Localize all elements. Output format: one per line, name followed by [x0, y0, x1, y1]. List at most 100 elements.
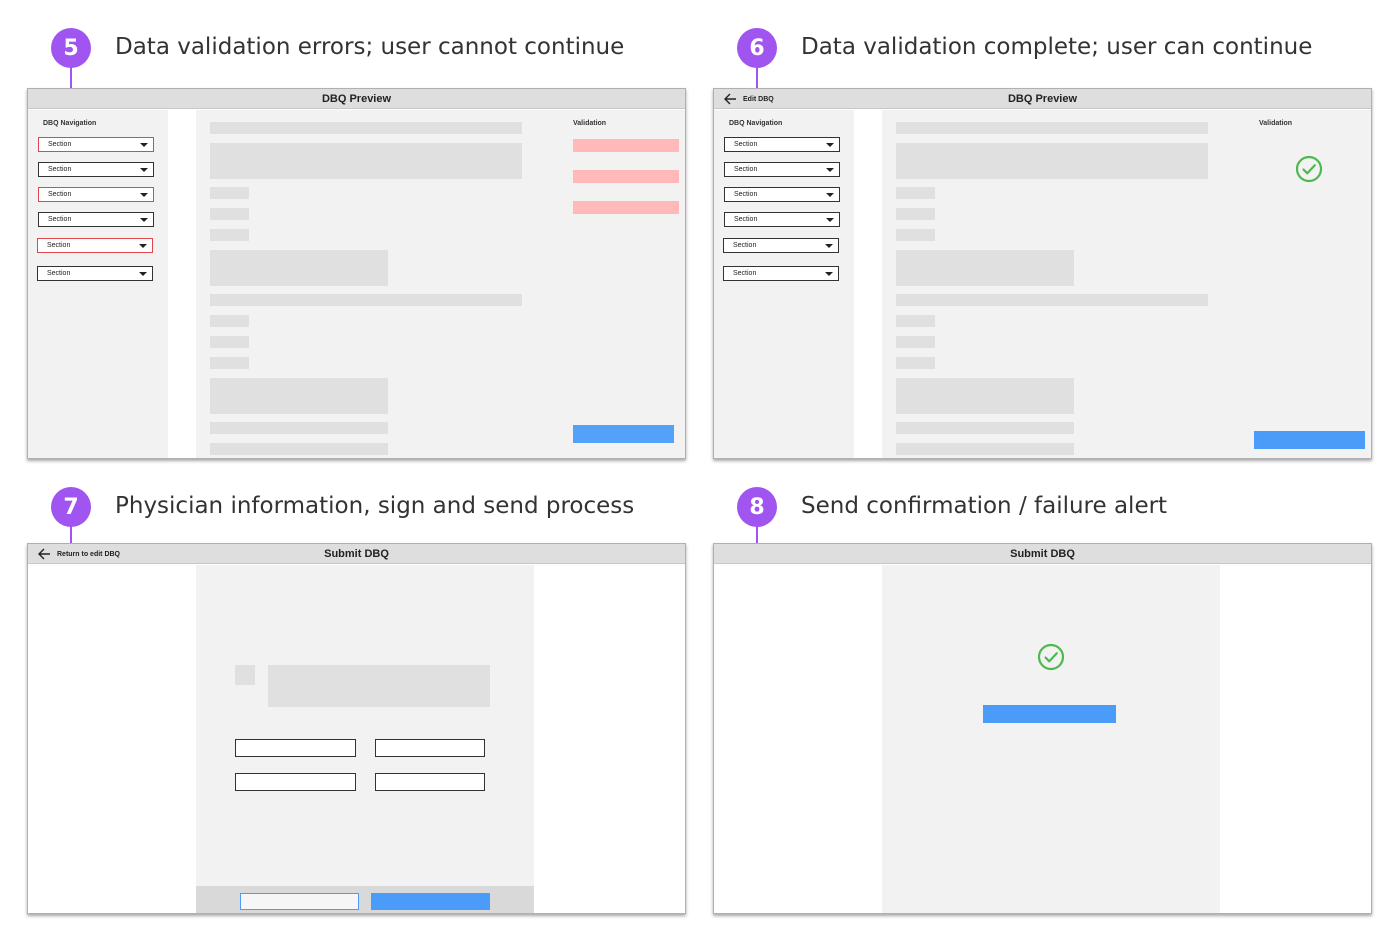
step-title: Physician information, sign and send pro…: [115, 493, 635, 519]
section-dropdown[interactable]: Section: [724, 137, 840, 152]
chevron-down-icon: [826, 218, 834, 222]
form-input[interactable]: [375, 773, 485, 791]
section-dropdown[interactable]: Section: [723, 266, 839, 281]
section-label: Section: [734, 141, 758, 148]
placeholder-line: [896, 443, 1074, 455]
section-label: Section: [733, 242, 757, 249]
section-label: Section: [734, 191, 758, 198]
section-label: Section: [48, 166, 72, 173]
screen-title: DBQ Preview: [321, 93, 392, 105]
title-bar: Edit DBQ DBQ Preview: [714, 89, 1371, 109]
placeholder-block: [896, 143, 1208, 179]
confirmation-panel: [882, 565, 1220, 913]
placeholder-line: [210, 422, 388, 434]
chevron-down-icon: [826, 168, 834, 172]
validation-label: Validation: [1259, 120, 1293, 127]
screen-title: Submit DBQ: [324, 548, 389, 560]
step-title: Send confirmation / failure alert: [801, 493, 1168, 519]
section-dropdown[interactable]: Section: [38, 137, 154, 152]
action-bar: [196, 886, 534, 913]
step-badge: 8: [737, 487, 777, 527]
screen-title: DBQ Preview: [1007, 93, 1078, 105]
sign-and-send-button[interactable]: [371, 893, 490, 910]
section-label: Section: [48, 191, 72, 198]
physician-form-panel: [196, 565, 534, 913]
section-label: Section: [734, 166, 758, 173]
title-bar: Return to edit DBQ Submit DBQ: [28, 544, 685, 564]
section-dropdown[interactable]: Section: [723, 238, 839, 253]
document-preview: [882, 110, 1246, 458]
placeholder-line: [210, 122, 522, 134]
section-label: Section: [733, 270, 757, 277]
placeholder-line: [210, 357, 249, 369]
title-bar: DBQ Preview: [28, 89, 685, 109]
placeholder-block: [210, 250, 388, 286]
chevron-down-icon: [825, 272, 833, 276]
form-input[interactable]: [235, 739, 356, 757]
step-title: Data validation complete; user can conti…: [801, 34, 1313, 60]
chevron-down-icon: [826, 193, 834, 197]
placeholder-line: [896, 187, 935, 199]
chevron-down-icon: [140, 143, 148, 147]
screen-submit: Return to edit DBQ Submit DBQ: [27, 543, 686, 914]
chevron-down-icon: [826, 143, 834, 147]
form-input[interactable]: [375, 739, 485, 757]
section-label: Section: [48, 216, 72, 223]
document-preview: [196, 110, 560, 458]
section-label: Section: [47, 242, 71, 249]
section-dropdown[interactable]: Section: [37, 266, 153, 281]
form-input[interactable]: [235, 773, 356, 791]
dbq-navigation-panel: DBQ Navigation Section Section Section S…: [28, 110, 168, 458]
placeholder-line: [896, 315, 935, 327]
screen-title: Submit DBQ: [1010, 548, 1075, 560]
placeholder-line: [896, 294, 1208, 306]
step-badge: 7: [51, 487, 91, 527]
validation-panel: Validation: [559, 110, 685, 458]
placeholder-line: [210, 443, 388, 455]
secondary-button[interactable]: [240, 893, 359, 910]
section-dropdown[interactable]: Section: [38, 187, 154, 202]
check-circle-icon: [1295, 155, 1323, 183]
placeholder-line: [896, 122, 1208, 134]
screen-preview-complete: Edit DBQ DBQ Preview DBQ Navigation Sect…: [713, 88, 1372, 459]
placeholder-line: [210, 315, 249, 327]
placeholder-line: [210, 187, 249, 199]
chevron-down-icon: [140, 193, 148, 197]
chevron-down-icon: [825, 244, 833, 248]
placeholder-line: [210, 229, 249, 241]
screen-preview-errors: DBQ Preview DBQ Navigation Section Secti…: [27, 88, 686, 459]
placeholder-line: [896, 336, 935, 348]
continue-button[interactable]: [1254, 431, 1365, 449]
section-dropdown[interactable]: Section: [38, 212, 154, 227]
section-dropdown[interactable]: Section: [38, 162, 154, 177]
section-label: Section: [734, 216, 758, 223]
placeholder-line: [896, 208, 935, 220]
validation-error-message[interactable]: [573, 139, 679, 152]
continue-button[interactable]: [573, 425, 674, 443]
validation-error-message[interactable]: [573, 170, 679, 183]
step-title: Data validation errors; user cannot cont…: [115, 34, 625, 60]
nav-label: DBQ Navigation: [43, 120, 97, 127]
title-bar: Submit DBQ: [714, 544, 1371, 564]
placeholder-block: [210, 143, 522, 179]
placeholder-line: [896, 422, 1074, 434]
validation-panel: Validation: [1245, 110, 1371, 458]
section-label: Section: [47, 270, 71, 277]
section-dropdown[interactable]: Section: [724, 187, 840, 202]
screen-confirmation: Submit DBQ: [713, 543, 1372, 914]
placeholder-line: [896, 229, 935, 241]
physician-info-block: [268, 665, 490, 707]
step-badge: 5: [51, 28, 91, 68]
section-dropdown[interactable]: Section: [724, 212, 840, 227]
validation-label: Validation: [573, 120, 607, 127]
validation-error-message[interactable]: [573, 201, 679, 214]
section-dropdown[interactable]: Section: [724, 162, 840, 177]
placeholder-block: [896, 378, 1074, 414]
section-dropdown[interactable]: Section: [37, 238, 153, 253]
done-button[interactable]: [983, 705, 1116, 723]
physician-avatar: [235, 665, 255, 685]
chevron-down-icon: [140, 218, 148, 222]
dbq-navigation-panel: DBQ Navigation Section Section Section S…: [714, 110, 854, 458]
check-circle-icon: [1037, 643, 1065, 671]
placeholder-block: [896, 250, 1074, 286]
